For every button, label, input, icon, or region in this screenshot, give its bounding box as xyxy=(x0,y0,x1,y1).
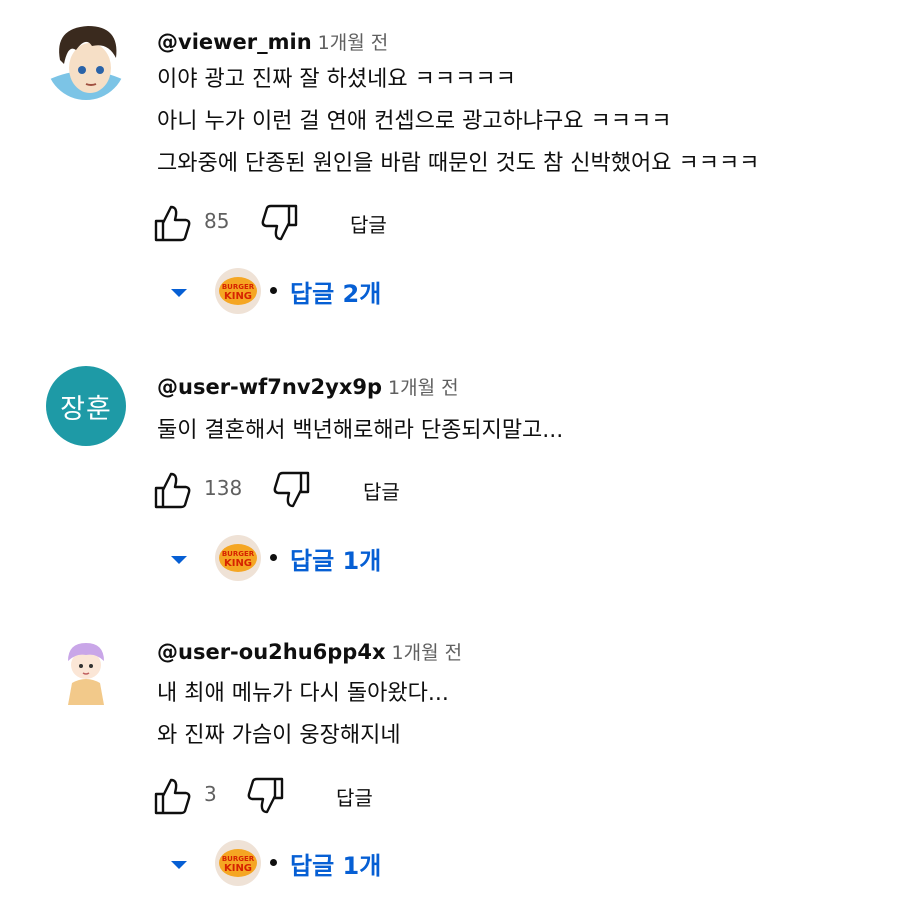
comment-header: @user-ou2hu6pp4x 1개월 전 xyxy=(157,638,462,665)
comment-line: 와 진짜 가슴이 웅장해지네 xyxy=(157,723,401,748)
view-replies-button[interactable]: BURGER KING 답글 2개 xyxy=(165,268,425,318)
logo-text: BURGER xyxy=(222,550,255,558)
avatar[interactable]: 장훈 xyxy=(46,366,126,446)
comment-actions: 138 답글 xyxy=(150,470,430,510)
avatar[interactable] xyxy=(46,20,126,100)
like-icon[interactable] xyxy=(152,203,192,243)
dislike-icon[interactable] xyxy=(272,470,312,510)
like-count: 3 xyxy=(204,782,217,806)
separator-dot xyxy=(270,554,277,561)
dislike-icon[interactable] xyxy=(260,203,300,243)
reply-button[interactable]: 답글 xyxy=(350,209,387,238)
separator-dot xyxy=(270,287,277,294)
chevron-down-icon xyxy=(171,556,187,564)
author-name[interactable]: @user-wf7nv2yx9p xyxy=(157,375,382,399)
reply-button[interactable]: 답글 xyxy=(336,782,373,811)
comment-time[interactable]: 1개월 전 xyxy=(392,642,463,664)
comment-text: 내 최애 메뉴가 다시 돌아왔다... 와 진짜 가슴이 웅장해지네 xyxy=(157,673,449,757)
author-name[interactable]: @user-ou2hu6pp4x xyxy=(157,640,386,664)
view-replies-button[interactable]: BURGER KING 답글 1개 xyxy=(165,535,425,585)
like-count: 85 xyxy=(204,209,230,233)
comment-line: 내 최애 메뉴가 다시 돌아왔다... xyxy=(157,681,449,706)
comment-line: 둘이 결혼해서 백년해로해라 단종되지말고... xyxy=(157,418,564,443)
comment-text: 이야 광고 진짜 잘 하셨네요 ㅋㅋㅋㅋㅋ 아니 누가 이런 걸 연애 컨셉으로… xyxy=(157,59,759,185)
like-icon[interactable] xyxy=(152,470,192,510)
logo-text: BURGER xyxy=(222,283,255,291)
comment-time[interactable]: 1개월 전 xyxy=(388,377,459,399)
comment-line: 그와중에 단종된 원인을 바람 때문인 것도 참 신박했어요 ㅋㅋㅋㅋ xyxy=(157,151,760,176)
comment-time[interactable]: 1개월 전 xyxy=(318,32,389,54)
comment-actions: 85 답글 xyxy=(150,203,410,243)
avatar-initials: 장훈 xyxy=(60,393,112,425)
replies-count-label[interactable]: 답글 2개 xyxy=(290,274,381,309)
replies-count-label[interactable]: 답글 1개 xyxy=(290,541,381,576)
reply-button[interactable]: 답글 xyxy=(363,476,400,505)
comment-line: 이야 광고 진짜 잘 하셨네요 ㅋㅋㅋㅋㅋ xyxy=(157,67,516,92)
burger-king-logo: BURGER KING xyxy=(215,268,261,314)
comment-text: 둘이 결혼해서 백년해로해라 단종되지말고... xyxy=(157,410,563,452)
dislike-icon[interactable] xyxy=(246,776,286,816)
chevron-down-icon xyxy=(171,289,187,297)
like-count: 138 xyxy=(204,476,243,500)
logo-text: KING xyxy=(224,291,252,302)
logo-text: KING xyxy=(224,863,252,874)
logo-text: BURGER xyxy=(222,855,255,863)
comment-line: 아니 누가 이런 걸 연애 컨셉으로 광고하냐구요 ㅋㅋㅋㅋ xyxy=(157,109,672,134)
burger-king-logo: BURGER KING xyxy=(215,535,261,581)
comment-actions: 3 답글 xyxy=(150,776,410,816)
comment-header: @viewer_min 1개월 전 xyxy=(157,28,388,55)
logo-text: KING xyxy=(224,558,252,569)
separator-dot xyxy=(270,859,277,866)
burger-king-logo: BURGER KING xyxy=(215,840,261,886)
comment-header: @user-wf7nv2yx9p 1개월 전 xyxy=(157,373,459,400)
replies-count-label[interactable]: 답글 1개 xyxy=(290,846,381,881)
view-replies-button[interactable]: BURGER KING 답글 1개 xyxy=(165,840,425,890)
chevron-down-icon xyxy=(171,861,187,869)
like-icon[interactable] xyxy=(152,776,192,816)
author-name[interactable]: @viewer_min xyxy=(157,30,312,54)
avatar[interactable] xyxy=(46,631,126,711)
